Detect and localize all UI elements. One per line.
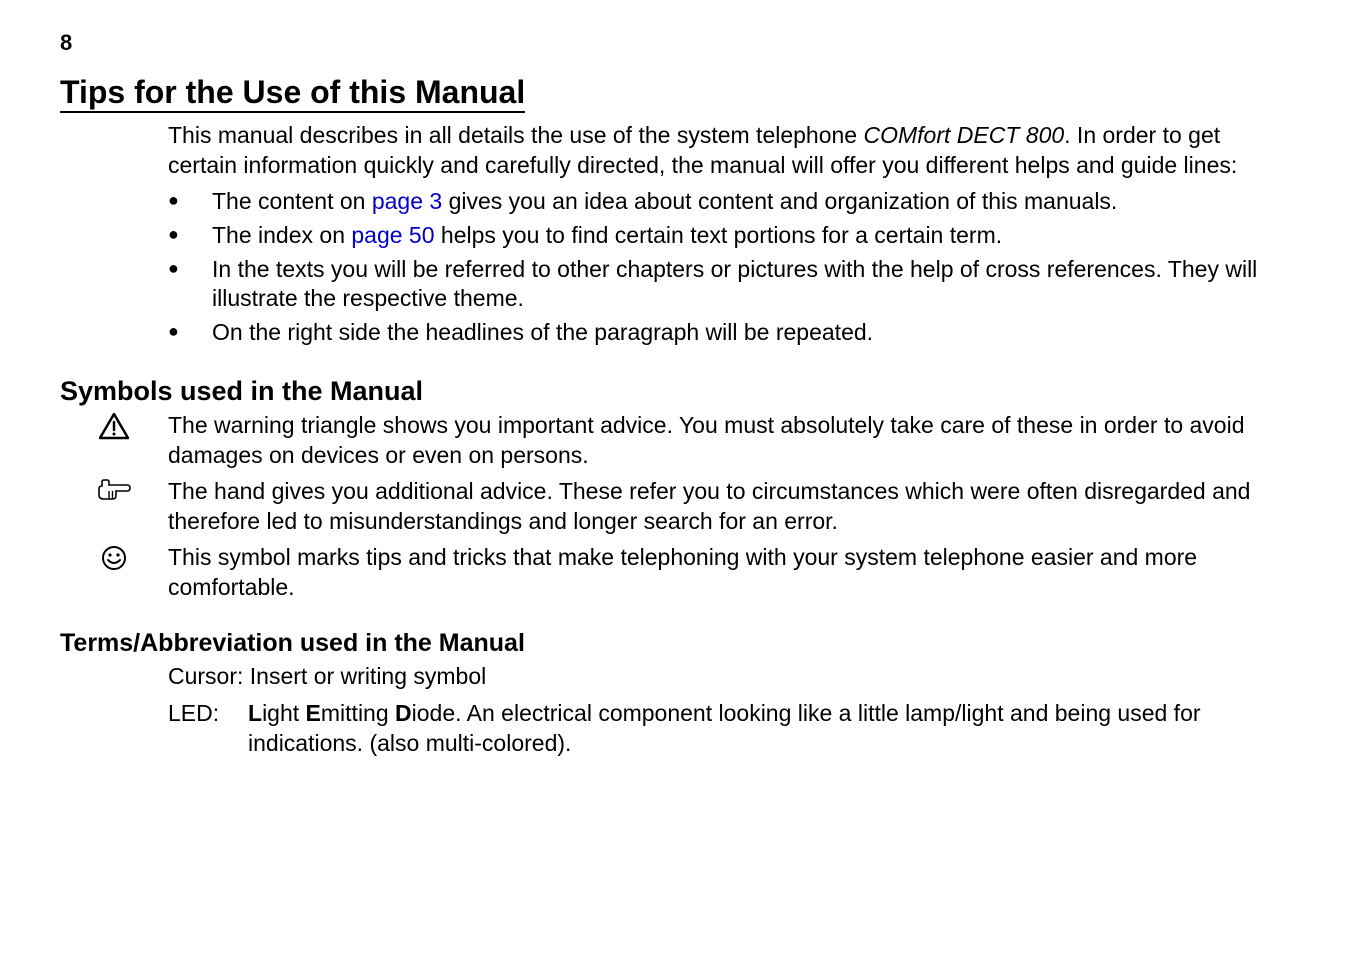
page-link[interactable]: page 3 — [372, 188, 442, 214]
symbol-row-hand: The hand gives you additional advice. Th… — [60, 477, 1285, 537]
symbol-row-warning: The warning triangle shows you important… — [60, 411, 1285, 471]
bullet-text: In the texts you will be referred to oth… — [212, 256, 1257, 312]
heading-tips: Tips for the Use of this Manual — [60, 74, 525, 113]
bullet-text: On the right side the headlines of the p… — [212, 319, 873, 345]
bullet-item: The index on page 50 helps you to find c… — [60, 221, 1285, 251]
bullet-list: The content on page 3 gives you an idea … — [60, 187, 1285, 348]
led-E: E — [306, 700, 321, 726]
heading-terms: Terms/Abbreviation used in the Manual — [60, 629, 1285, 658]
symbol-row-smiley: This symbol marks tips and tricks that m… — [60, 543, 1285, 603]
bullet-item: The content on page 3 gives you an idea … — [60, 187, 1285, 217]
led-term: LED: — [168, 699, 248, 759]
cursor-definition: Cursor: Insert or writing symbol — [168, 662, 1285, 692]
intro-paragraph: This manual describes in all details the… — [168, 121, 1285, 181]
symbol-text: The warning triangle shows you important… — [168, 411, 1285, 471]
led-definition: Light Emitting Diode. An electrical comp… — [248, 699, 1285, 759]
symbol-text: The hand gives you additional advice. Th… — [168, 477, 1285, 537]
page-link[interactable]: page 50 — [351, 222, 434, 248]
led-D: D — [395, 700, 412, 726]
warning-triangle-icon — [60, 411, 168, 440]
smiley-face-icon — [60, 543, 168, 571]
bullet-text-post: helps you to find certain text portions … — [435, 222, 1003, 248]
bullet-text-pre: The index on — [212, 222, 351, 248]
led-L: L — [248, 700, 262, 726]
heading-symbols: Symbols used in the Manual — [60, 376, 1285, 407]
symbol-list: The warning triangle shows you important… — [60, 411, 1285, 602]
bullet-text-pre: The content on — [212, 188, 372, 214]
bullet-item: On the right side the headlines of the p… — [60, 318, 1285, 348]
intro-pre: This manual describes in all details the… — [168, 122, 864, 148]
led-mid2: mitting — [321, 700, 395, 726]
product-name: COMfort DECT 800 — [864, 122, 1065, 148]
hand-pointing-icon — [60, 477, 168, 501]
symbol-text: This symbol marks tips and tricks that m… — [168, 543, 1285, 603]
led-mid1: ight — [262, 700, 305, 726]
bullet-item: In the texts you will be referred to oth… — [60, 255, 1285, 315]
led-definition-row: LED: Light Emitting Diode. An electrical… — [168, 699, 1285, 759]
page-number: 8 — [60, 30, 1285, 56]
bullet-text-post: gives you an idea about content and orga… — [442, 188, 1117, 214]
